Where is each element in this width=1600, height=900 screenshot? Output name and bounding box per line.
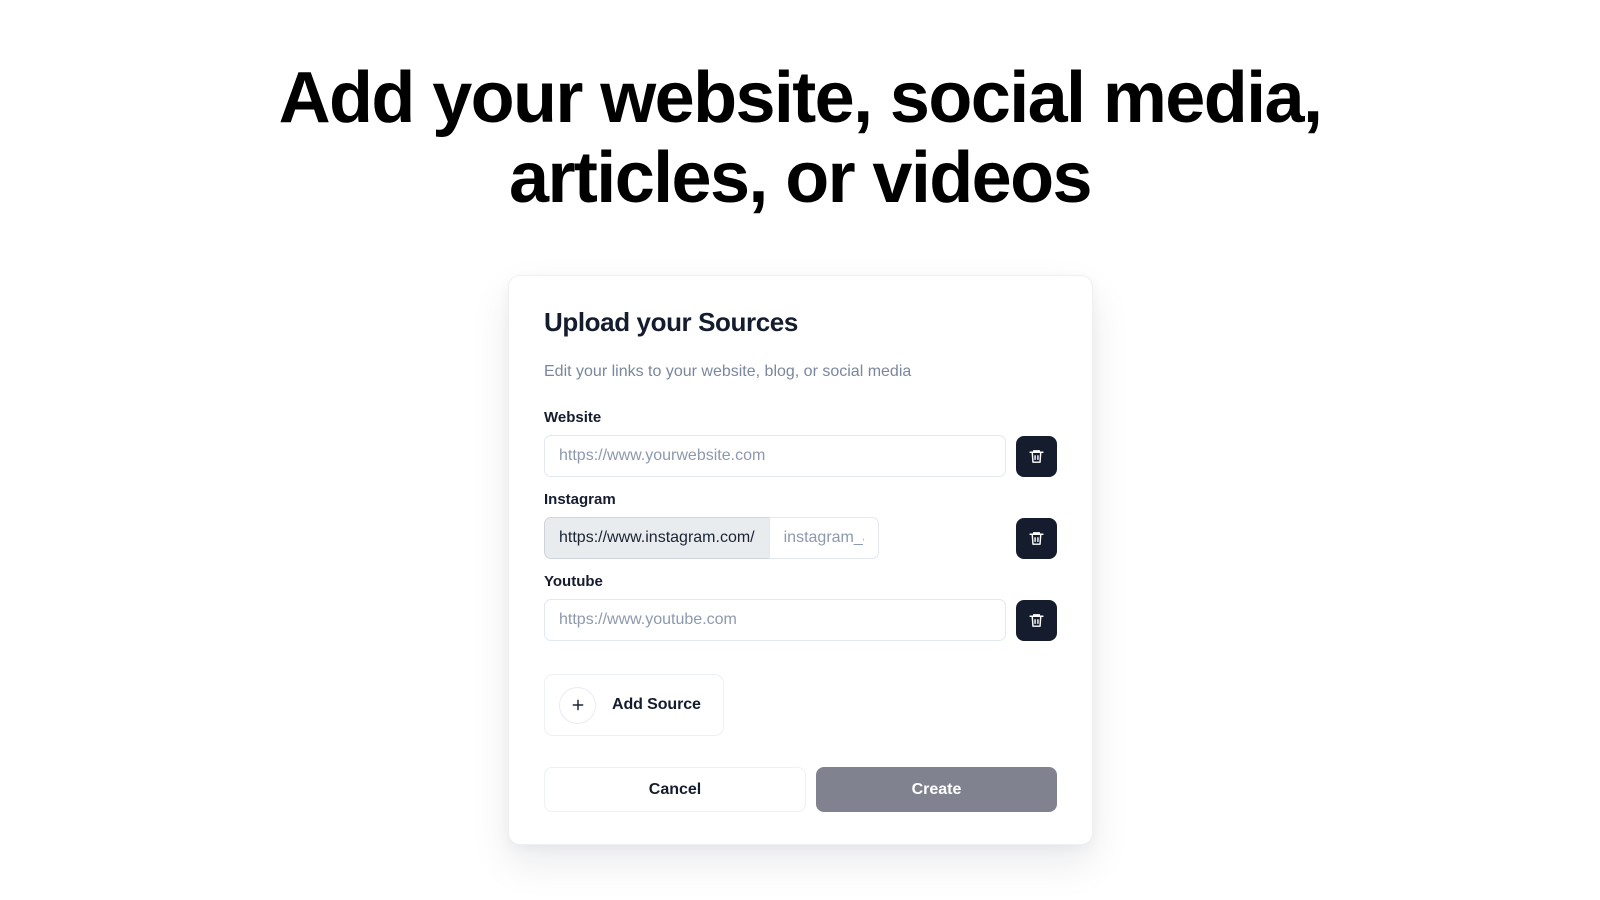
- trash-icon: [1028, 530, 1045, 547]
- card-footer: Cancel Create: [544, 767, 1057, 812]
- field-row-instagram: https://www.instagram.com/: [544, 517, 1057, 559]
- field-label-youtube: Youtube: [544, 573, 603, 590]
- field-instagram: Instagram https://www.instagram.com/: [544, 490, 1057, 559]
- delete-instagram-button[interactable]: [1016, 517, 1057, 559]
- plus-icon: [559, 686, 596, 724]
- cancel-button[interactable]: Cancel: [544, 767, 806, 812]
- page-title: Add your website, social media, articles…: [278, 58, 1323, 218]
- delete-youtube-button[interactable]: [1016, 599, 1057, 641]
- upload-sources-card: Upload your Sources Edit your links to y…: [508, 275, 1093, 845]
- input-group-website: [544, 435, 1006, 477]
- trash-icon: [1028, 448, 1045, 465]
- add-source-button[interactable]: Add Source: [544, 674, 724, 736]
- field-label-instagram: Instagram: [544, 491, 616, 508]
- input-group-youtube: [544, 599, 1006, 641]
- field-youtube: Youtube: [544, 572, 1057, 641]
- instagram-url-prefix: https://www.instagram.com/: [544, 517, 769, 559]
- website-input[interactable]: [544, 435, 1006, 477]
- field-label-website: Website: [544, 409, 602, 426]
- field-website: Website: [544, 408, 1057, 477]
- input-group-instagram: https://www.instagram.com/: [544, 517, 1006, 559]
- trash-icon: [1028, 612, 1045, 629]
- youtube-input[interactable]: [544, 599, 1006, 641]
- card-subtitle: Edit your links to your website, blog, o…: [544, 363, 912, 380]
- add-source-label: Add Source: [612, 696, 701, 713]
- field-row-website: [544, 435, 1057, 477]
- page-root: Add your website, social media, articles…: [0, 0, 1600, 900]
- instagram-handle-input[interactable]: [768, 517, 879, 559]
- delete-website-button[interactable]: [1016, 435, 1057, 477]
- source-fields-list: Website https://www.yourwebsite.com Inst…: [544, 408, 1057, 641]
- card-title: Upload your Sources: [544, 307, 798, 337]
- field-row-youtube: [544, 599, 1057, 641]
- create-button[interactable]: Create: [816, 767, 1057, 812]
